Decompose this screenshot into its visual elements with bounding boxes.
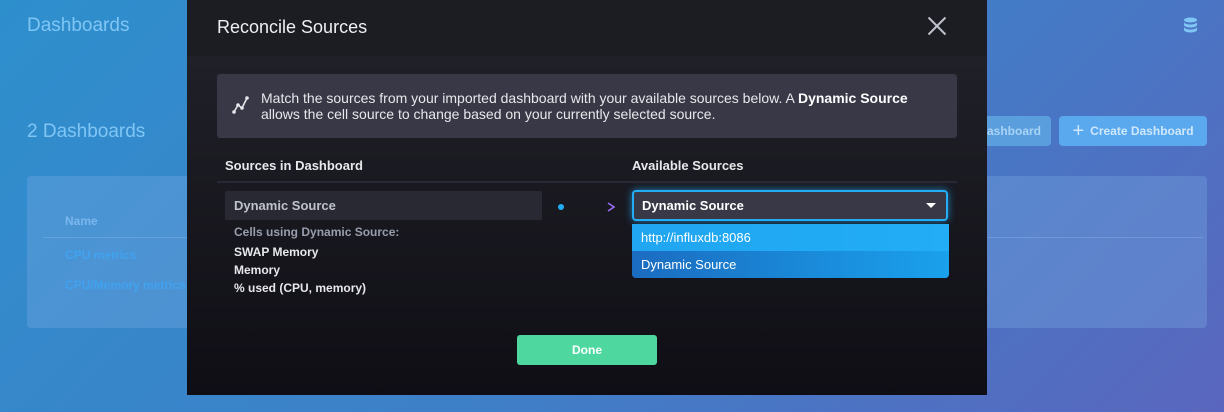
modal-title: Reconcile Sources: [217, 17, 368, 37]
plus-icon: +: [1072, 120, 1085, 142]
column-divider: [217, 181, 957, 183]
cells-using-label: Cells using Dynamic Source:: [234, 225, 400, 239]
dashboard-source: Dynamic Source: [225, 191, 542, 220]
caret-down-icon: [926, 203, 936, 208]
modal-header: Reconcile Sources: [187, 0, 987, 56]
dropdown-menu: http://influxdb:8086 Dynamic Source: [632, 224, 949, 278]
dropdown-option[interactable]: http://influxdb:8086: [632, 224, 949, 251]
cell-item: % used (CPU, memory): [234, 281, 367, 295]
database-icon[interactable]: [1183, 17, 1198, 40]
graph-icon: [232, 96, 250, 119]
name-column-header[interactable]: Name: [65, 214, 98, 228]
dropdown-option[interactable]: Dynamic Source: [632, 251, 949, 278]
info-text-before: Match the sources from your imported das…: [261, 90, 798, 106]
done-button[interactable]: Done: [517, 335, 657, 365]
info-text-after: allows the cell source to change based o…: [261, 106, 716, 122]
info-banner: Match the sources from your imported das…: [217, 74, 957, 138]
available-sources-header: Available Sources: [632, 158, 744, 173]
cell-item: Memory: [234, 263, 281, 277]
arrow-right-icon: [557, 199, 619, 220]
reconcile-sources-modal: Reconcile Sources Match the sources from…: [187, 0, 987, 395]
page-title: Dashboards: [27, 15, 130, 36]
table-row[interactable]: CPU/Memory metrics: [65, 278, 186, 292]
close-icon[interactable]: [925, 14, 949, 38]
create-dashboard-button[interactable]: + Create Dashboard: [1059, 116, 1207, 146]
info-text: Match the sources from your imported das…: [261, 90, 927, 122]
dashboards-count: 2 Dashboards: [27, 121, 146, 142]
table-row[interactable]: CPU metrics: [65, 248, 136, 262]
modal-body: Match the sources from your imported das…: [187, 56, 987, 395]
sources-in-dashboard-header: Sources in Dashboard: [225, 158, 363, 173]
dropdown-selected-value: Dynamic Source: [642, 198, 744, 213]
cell-item: SWAP Memory: [234, 245, 319, 259]
available-source-dropdown[interactable]: Dynamic Source: [632, 190, 948, 221]
info-highlight: Dynamic Source: [797, 90, 908, 106]
create-dashboard-label: Create Dashboard: [1090, 124, 1194, 138]
